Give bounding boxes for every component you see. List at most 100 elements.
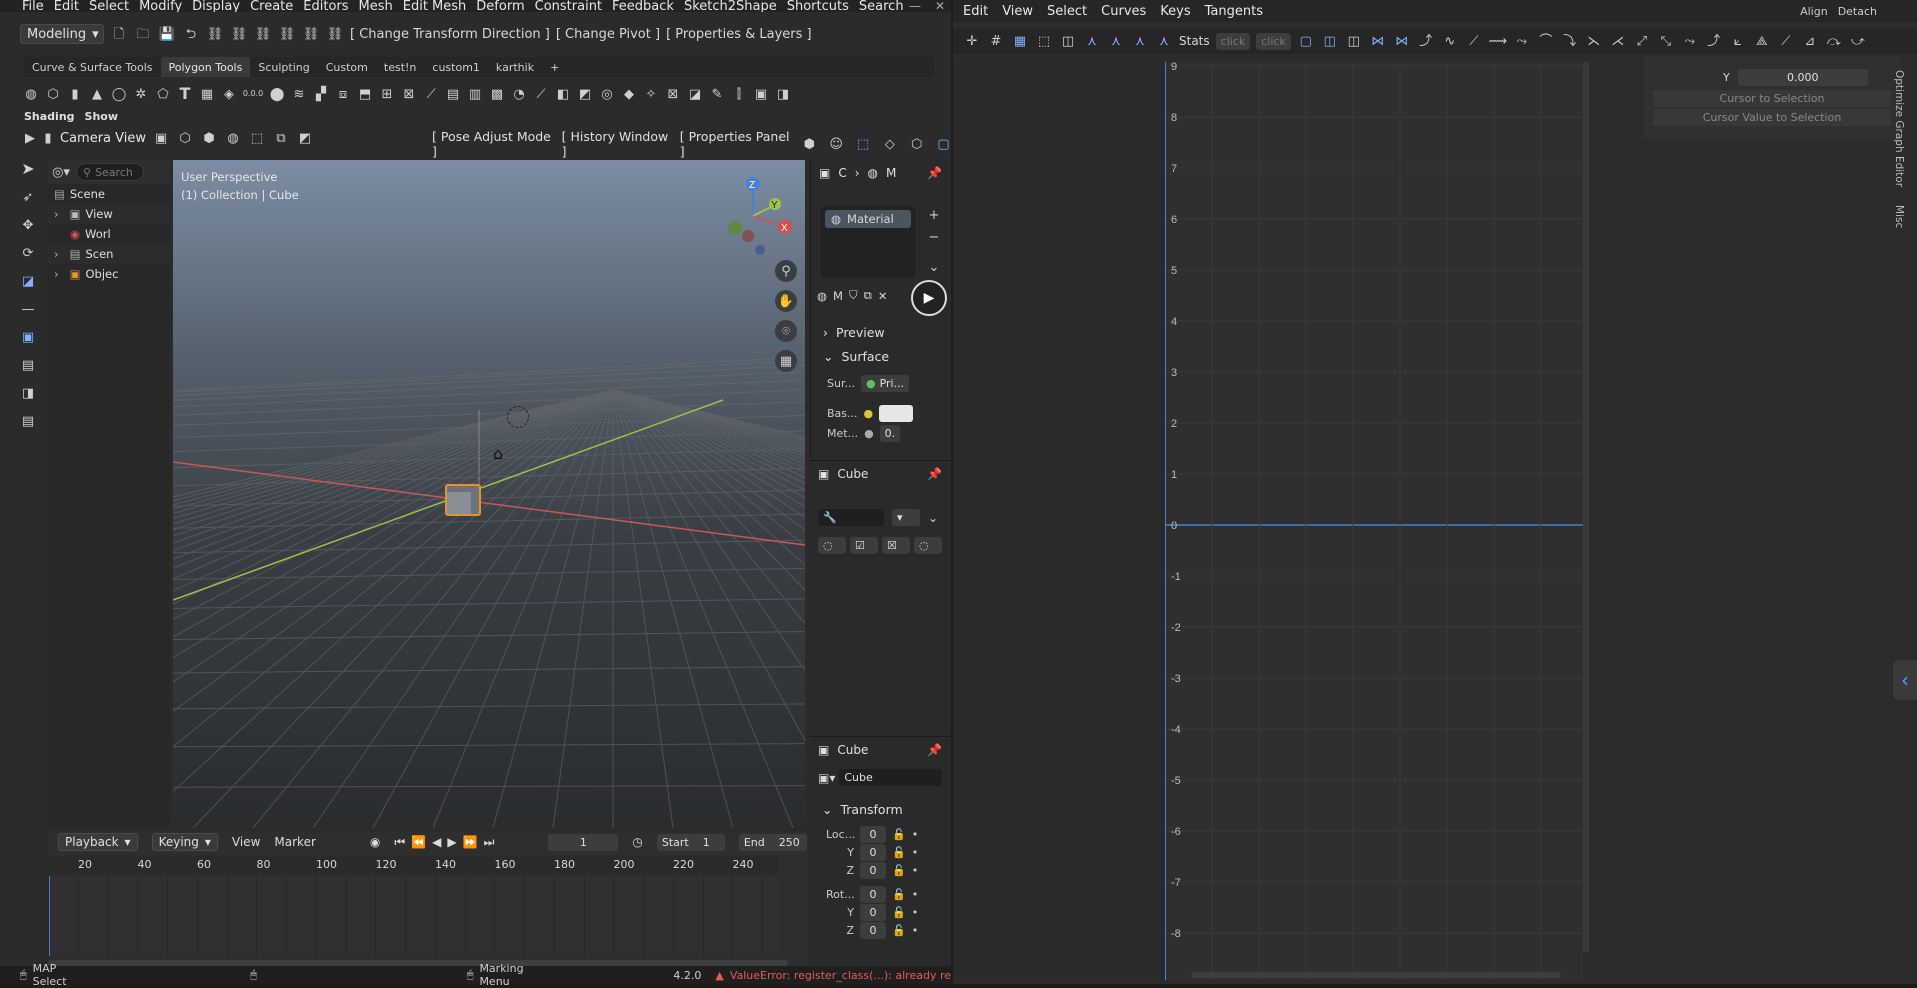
outliner-search-input[interactable]: ⚲ Search (76, 163, 144, 181)
tab-testn[interactable]: test!n (376, 57, 425, 77)
shield-icon[interactable]: ⛉ (849, 288, 858, 303)
rotation-z-field[interactable]: 0 (860, 921, 886, 939)
undo-icon[interactable]: ⮌ (182, 25, 200, 43)
boolean-icon[interactable]: ◩ (576, 85, 594, 103)
jump-end-icon[interactable]: ⏭ (484, 835, 495, 850)
tool-5-icon[interactable]: ⟋ (1465, 32, 1483, 50)
bridge-icon[interactable]: ⧈ (334, 85, 352, 103)
metallic-value[interactable]: 0. (879, 424, 901, 442)
rotate-icon[interactable]: ⟳ (19, 244, 37, 262)
cursor-y-field[interactable]: 0.000 (1737, 68, 1868, 86)
camera-object-icon[interactable]: ⌂ (493, 444, 503, 463)
location-y-field[interactable]: 0 (860, 843, 886, 861)
box-icon[interactable]: ▣ (752, 85, 770, 103)
play-circle-icon[interactable]: ▶ (911, 280, 947, 316)
pentagon-icon[interactable]: ⬠ (154, 85, 172, 103)
loop-cut-icon[interactable]: ⊞ (378, 85, 396, 103)
chevron-down-icon[interactable]: ⌄ (925, 258, 943, 276)
delete-all-icon[interactable]: ☒ (882, 537, 910, 554)
tool-6-icon[interactable]: ⟿ (1488, 32, 1507, 50)
minus-icon[interactable]: − (925, 228, 943, 246)
layout-3-icon[interactable]: ◫ (1345, 32, 1363, 50)
bevel-icon[interactable]: ⬤ (268, 85, 286, 103)
cube-select-icon[interactable]: ◧ (554, 85, 572, 103)
merge-icon[interactable]: ◆ (620, 85, 638, 103)
base-color-swatch[interactable] (879, 404, 914, 422)
mode-select[interactable]: Modeling ▾ (20, 24, 104, 44)
sphere-icon[interactable]: ◍ (22, 85, 40, 103)
text-icon[interactable]: T (176, 85, 194, 103)
copy-icon[interactable]: ⧉ (864, 288, 872, 303)
clock-icon[interactable]: ◷ (632, 835, 642, 849)
lock-icon[interactable]: 🔓 (892, 906, 906, 919)
channel-region[interactable] (953, 62, 1165, 980)
tool-16-icon[interactable]: ⟀ (1729, 32, 1747, 50)
menu-create[interactable]: Create (250, 0, 293, 12)
keyframe-dot-icon[interactable]: • (912, 906, 919, 919)
add-tab-button[interactable]: + (542, 57, 567, 77)
array-icon[interactable]: ▤ (444, 85, 462, 103)
cube-outline-icon[interactable]: ⬡ (908, 135, 925, 153)
cone-icon[interactable]: ▲ (88, 85, 106, 103)
graph-menu-select[interactable]: Select (1047, 4, 1087, 19)
link-icon-4[interactable]: ⛓ (278, 25, 296, 43)
ruler-icon[interactable]: ⫿ (730, 85, 748, 103)
location-z-field[interactable]: 0 (860, 861, 886, 879)
key-3-icon[interactable]: ⋏ (1131, 32, 1149, 50)
link-icon-6[interactable]: ⛓ (326, 25, 344, 43)
modifier-action-1-icon[interactable]: ◌ (818, 537, 846, 554)
detach-button[interactable]: Detach (1838, 5, 1877, 18)
link-icon-3[interactable]: ⛓ (254, 25, 272, 43)
camera-view-button[interactable]: Camera View (60, 131, 146, 146)
grid-icon[interactable]: ▦ (198, 85, 216, 103)
list-icon[interactable]: ▤ (19, 412, 37, 430)
view-icon-3[interactable]: ⬢ (200, 129, 218, 147)
keying-menu[interactable]: Keying ▾ (151, 833, 218, 851)
material-slot-list[interactable]: ◍ Material (821, 206, 915, 278)
save-icon[interactable]: 💾 (158, 25, 176, 43)
film-icon[interactable]: ▮ (42, 129, 54, 147)
breadcrumb-material[interactable]: M (886, 166, 896, 180)
cube-icon[interactable]: ⬡ (44, 85, 62, 103)
tool-10-icon[interactable]: ⋋ (1585, 32, 1603, 50)
tool-21-icon[interactable]: ⤻ (1849, 32, 1867, 50)
outliner-item-scene[interactable]: ▤ Scene (48, 184, 170, 204)
tab-custom[interactable]: Custom (318, 57, 376, 77)
chevron-right-icon[interactable]: › (54, 267, 59, 281)
navigation-gizmo[interactable]: Z X Y (713, 166, 793, 256)
menu-edit[interactable]: Edit (54, 0, 79, 12)
keyframe-dot-icon[interactable]: • (912, 828, 919, 841)
show-menu[interactable]: Show (85, 110, 118, 123)
camera-toggle-icon[interactable]: ⌾ (775, 320, 797, 342)
zoom-icon[interactable]: ⚲ (775, 260, 797, 282)
crosshair-icon[interactable]: ✛ (963, 32, 981, 50)
subdivide-icon[interactable]: ⊠ (400, 85, 418, 103)
pin-icon[interactable]: 📌 (927, 166, 942, 180)
cube-object[interactable] (445, 484, 481, 516)
click-field-2[interactable]: click (1256, 32, 1291, 50)
view-icon-1[interactable]: ▣ (152, 129, 170, 147)
cursor-value-to-selection-button[interactable]: Cursor Value to Selection (1653, 109, 1891, 126)
keyframe-dot-icon[interactable]: • (912, 864, 919, 877)
play-icon[interactable]: ▶ (447, 835, 456, 849)
tool-18-icon[interactable]: ⟋ (1777, 32, 1795, 50)
outliner-item-world[interactable]: ◉ Worl (48, 224, 170, 244)
tab-sculpting[interactable]: Sculpting (250, 57, 317, 77)
keyframe-dot-icon[interactable]: • (912, 846, 919, 859)
pose-adjust-mode-button[interactable]: [ Pose Adjust Mode ] (432, 129, 552, 159)
change-transform-direction-button[interactable]: [ Change Transform Direction ] (350, 27, 550, 42)
pin-icon[interactable]: 📌 (927, 743, 942, 757)
graph-canvas[interactable]: 9 8 7 6 5 4 3 2 1 0 -1 -2 -3 -4 -5 -6 -7 -8 (1165, 62, 1583, 980)
lock-icon[interactable]: 🔓 (892, 846, 906, 859)
layout-1-icon[interactable]: ▢ (1297, 32, 1315, 50)
measure-icon[interactable]: ⟋ (532, 85, 550, 103)
add-cube-icon[interactable]: ◨ (19, 384, 37, 402)
minimize-icon[interactable]: — (909, 0, 921, 13)
wrench-icon[interactable]: 🔧 (818, 509, 884, 526)
menu-feedback[interactable]: Feedback (612, 0, 674, 12)
smooth-icon[interactable]: ◔ (510, 85, 528, 103)
tool-20-icon[interactable]: ⤼ (1825, 32, 1843, 50)
timeline-body[interactable] (48, 876, 778, 956)
hash-icon[interactable]: # (987, 32, 1005, 50)
end-frame-field[interactable]: End 250 (738, 833, 807, 851)
